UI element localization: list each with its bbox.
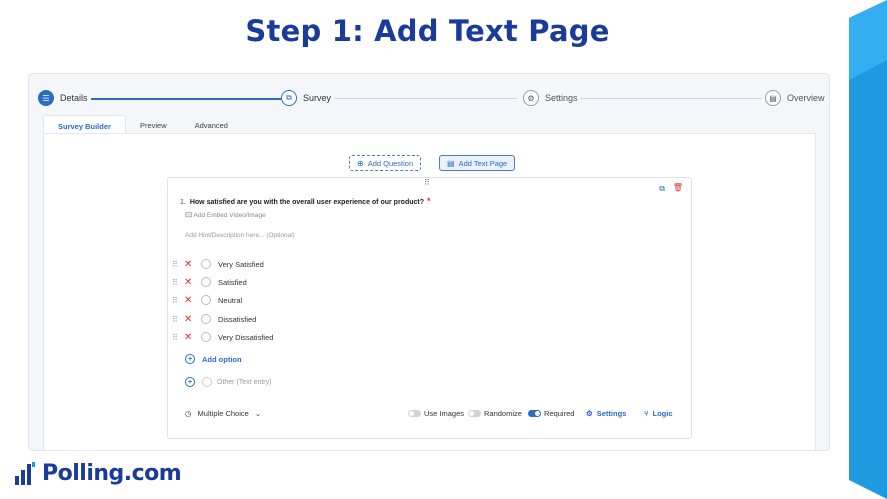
remove-option-icon[interactable]: ✕ xyxy=(184,295,198,306)
other-label: Other (Text entry) xyxy=(217,378,272,386)
survey-icon: ⧉ xyxy=(281,90,297,106)
add-option-label: Add option xyxy=(202,354,242,364)
toggle-switch[interactable] xyxy=(468,410,481,417)
document-icon: ▤ xyxy=(447,158,455,168)
stepper-line-complete xyxy=(91,98,281,100)
add-question-button[interactable]: ⊕ Add Question xyxy=(349,155,422,171)
radio-icon xyxy=(201,332,211,342)
option-row: ⠿ ✕ Very Dissatisfied xyxy=(172,330,273,344)
question-text: How satisfied are you with the overall u… xyxy=(189,199,425,206)
stepper-line xyxy=(334,98,517,99)
step-overview[interactable]: ▤ Overview xyxy=(765,90,825,106)
copy-icon[interactable]: ⧉ xyxy=(659,184,665,194)
logo-text: Polling.com xyxy=(42,461,182,486)
option-label[interactable]: Neutral xyxy=(218,296,242,305)
step-survey[interactable]: ⧉ Survey xyxy=(281,90,331,106)
radio-icon xyxy=(202,377,212,387)
clock-icon: ◷ xyxy=(185,409,192,418)
drag-handle-icon[interactable]: ⠿ xyxy=(172,260,184,269)
add-text-page-button[interactable]: ▤ Add Text Page xyxy=(439,155,516,171)
hint-input[interactable]: Add Hint/Description here... (Optional) xyxy=(185,232,295,239)
settings-button[interactable]: ⚙ Settings xyxy=(586,409,626,418)
plus-circle-icon: + xyxy=(185,377,195,387)
remove-option-icon[interactable]: ✕ xyxy=(184,332,198,343)
toggle-switch[interactable] xyxy=(408,410,421,417)
step-details[interactable]: ☰ Details xyxy=(38,90,88,106)
option-label[interactable]: Very Dissatisfied xyxy=(218,333,273,342)
image-icon: 🖾 xyxy=(185,212,193,219)
add-embed-label: Add Embed Video/Image xyxy=(193,212,266,219)
option-row: ⠿ ✕ Very Satisfied xyxy=(172,257,264,271)
add-option-button[interactable]: + Add option xyxy=(185,354,242,364)
slide-title: Step 1: Add Text Page xyxy=(245,14,610,48)
toggle-switch[interactable] xyxy=(528,410,541,417)
plus-circle-icon: + xyxy=(185,354,195,364)
drag-handle-icon[interactable]: ⠿ xyxy=(172,333,184,342)
polling-logo: Polling.com xyxy=(14,461,182,486)
randomize-label: Randomize xyxy=(484,409,522,418)
drag-handle-icon[interactable]: ⠿ xyxy=(172,278,184,287)
required-mark: * xyxy=(427,196,431,206)
drag-handle-icon[interactable]: ⠿ xyxy=(172,296,184,305)
radio-icon xyxy=(201,259,211,269)
step-label: Overview xyxy=(787,93,825,103)
decorative-side-stripe xyxy=(849,0,887,499)
step-label: Survey xyxy=(303,93,332,103)
radio-icon xyxy=(201,295,211,305)
logic-button[interactable]: ⑂ Logic xyxy=(644,409,673,418)
logo-mark-icon xyxy=(15,461,35,485)
add-other-option[interactable]: + Other (Text entry) xyxy=(185,377,271,387)
plus-circle-icon: ⊕ xyxy=(357,158,364,168)
list-icon: ☰ xyxy=(38,90,54,106)
option-row: ⠿ ✕ Satisfied xyxy=(172,275,247,289)
required-label: Required xyxy=(544,409,575,418)
add-question-label: Add Question xyxy=(367,158,414,168)
app-window: ☰ Details ⧉ Survey ⚙ Settings ▤ Overview… xyxy=(28,73,830,451)
drag-handle-icon[interactable]: ⠿ xyxy=(172,315,184,324)
question-type-label: Multiple Choice xyxy=(197,409,249,418)
question-card: ⠿ ⧉ 🗑 1. How satisfied are you with the o… xyxy=(167,177,692,439)
required-toggle[interactable]: Required xyxy=(528,409,574,418)
document-icon: ▤ xyxy=(765,90,781,106)
radio-icon xyxy=(201,314,211,324)
add-text-page-label: Add Text Page xyxy=(458,158,508,168)
chevron-down-icon: ⌄ xyxy=(254,409,262,418)
question-number: 1. xyxy=(180,199,186,206)
settings-label: Settings xyxy=(596,409,627,418)
add-embed-link[interactable]: 🖾 Add Embed Video/Image xyxy=(185,211,266,222)
remove-option-icon[interactable]: ✕ xyxy=(184,259,198,270)
drag-handle-icon[interactable]: ⠿ xyxy=(424,178,430,187)
step-label: Settings xyxy=(545,93,578,103)
survey-builder-panel: ⊕ Add Question ▤ Add Text Page ⠿ ⧉ 🗑 1. H… xyxy=(43,133,816,450)
question-title[interactable]: 1. How satisfied are you with the overall… xyxy=(180,196,431,206)
question-type-select[interactable]: ◷ Multiple Choice ⌄ xyxy=(185,409,261,418)
gear-icon: ⚙ xyxy=(523,90,539,106)
radio-icon xyxy=(201,277,211,287)
option-label[interactable]: Dissatisfied xyxy=(218,315,256,324)
remove-option-icon[interactable]: ✕ xyxy=(184,314,198,325)
option-label[interactable]: Satisfied xyxy=(218,278,247,287)
use-images-toggle[interactable]: Use Images xyxy=(408,409,464,418)
step-settings[interactable]: ⚙ Settings xyxy=(523,90,578,106)
logic-icon: ⑂ xyxy=(644,409,649,418)
trash-icon[interactable]: 🗑 xyxy=(673,183,683,192)
gear-icon: ⚙ xyxy=(586,409,593,418)
step-label: Details xyxy=(60,93,88,103)
use-images-label: Use Images xyxy=(424,409,465,418)
option-row: ⠿ ✕ Neutral xyxy=(172,293,242,307)
logic-label: Logic xyxy=(652,409,673,418)
randomize-toggle[interactable]: Randomize xyxy=(468,409,522,418)
stepper-line xyxy=(580,98,762,99)
option-row: ⠿ ✕ Dissatisfied xyxy=(172,312,256,326)
option-label[interactable]: Very Satisfied xyxy=(218,260,264,269)
remove-option-icon[interactable]: ✕ xyxy=(184,277,198,288)
